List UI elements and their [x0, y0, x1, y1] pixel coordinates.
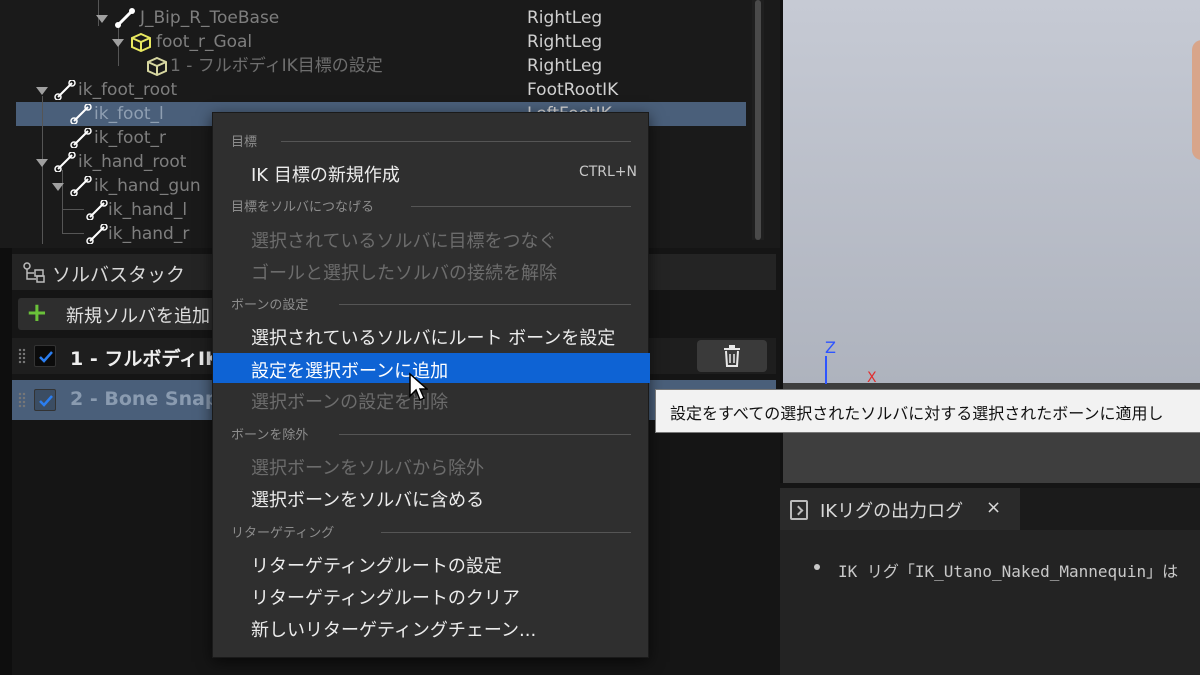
drag-grip-icon[interactable] — [18, 348, 26, 364]
context-menu: 目標 IK 目標の新規作成 CTRL+N 目標をソルバにつなげる 選択されている… — [212, 112, 650, 658]
add-solver-button[interactable]: + 新規ソルバを追加 — [18, 298, 218, 330]
solver-stack-title: ソルバスタック — [52, 264, 186, 286]
shortcut-label: CTRL+N — [578, 164, 637, 180]
output-log-body: IK リグ「IK_Utano_Naked_Mannequin」は — [780, 530, 1200, 675]
menu-item-disconnect-goal[interactable]: ゴールと選択したソルバの接続を解除 — [213, 255, 650, 285]
hierarchy-scrollbar[interactable] — [752, 0, 764, 240]
bone-icon — [54, 152, 76, 172]
menu-section-header: ボーンの設定 — [231, 294, 631, 314]
tree-item-label: 1 - フルボディIK目標の設定 — [170, 56, 383, 76]
menu-item-new-ik-goal[interactable]: IK 目標の新規作成 CTRL+N — [213, 157, 650, 187]
bone-icon — [86, 224, 108, 244]
goal-cube-icon — [131, 32, 151, 52]
expand-arrow-icon[interactable] — [52, 183, 64, 191]
output-log-tab[interactable]: IKリグの出力ログ × — [780, 488, 1020, 530]
bone-icon — [54, 80, 76, 100]
output-log-panel: IKリグの出力ログ × IK リグ「IK_Utano_Naked_Mannequ… — [780, 488, 1200, 675]
tree-item-label: ik_hand_l — [108, 200, 188, 220]
tree-item-label: J_Bip_R_ToeBase — [140, 8, 280, 28]
solver-stack-icon — [23, 262, 45, 283]
chain-label: RightLeg — [527, 32, 603, 52]
tree-item-label: ik_foot_root — [78, 80, 178, 100]
bone-icon — [70, 128, 92, 148]
menu-section-header: リターゲティング — [231, 522, 631, 542]
menu-item-clear-retarget-root[interactable]: リターゲティングルートのクリア — [213, 580, 650, 610]
tree-row[interactable]: J_Bip_R_ToeBase RightLeg — [0, 6, 740, 30]
bone-icon — [70, 176, 92, 196]
tree-item-label: ik_hand_gun — [94, 176, 201, 196]
tree-item-label: foot_r_Goal — [156, 32, 253, 52]
drag-grip-icon[interactable] — [18, 392, 26, 408]
tooltip: 設定をすべての選択されたソルバに対する選択されたボーンに適用し — [655, 389, 1200, 433]
plus-icon: + — [26, 298, 48, 328]
tooltip-text: 設定をすべての選択されたソルバに対する選択されたボーンに適用し — [670, 404, 1164, 423]
menu-section-header: ボーンを除外 — [231, 424, 631, 444]
bone-icon — [86, 200, 108, 220]
solver-enabled-checkbox[interactable] — [34, 389, 56, 411]
output-log-tab-title: IKリグの出力ログ — [820, 501, 964, 522]
expand-arrow-icon[interactable] — [96, 15, 108, 23]
bullet-icon — [814, 564, 820, 570]
close-tab-button[interactable]: × — [986, 497, 1001, 518]
log-message: IK リグ「IK_Utano_Naked_Mannequin」は — [838, 562, 1179, 581]
bone-icon — [115, 8, 135, 28]
menu-item-exclude-bone[interactable]: 選択ボーンをソルバから除外 — [213, 450, 650, 480]
scrollbar-thumb[interactable] — [755, 0, 761, 240]
menu-item-new-retarget-chain[interactable]: 新しいリターゲティングチェーン... — [213, 612, 650, 642]
terminal-icon — [790, 500, 808, 520]
menu-item-include-bone[interactable]: 選択ボーンをソルバに含める — [213, 482, 650, 512]
tree-item-label: ik_hand_root — [78, 152, 187, 172]
tree-item-label: ik_hand_r — [108, 224, 190, 244]
delete-solver-button[interactable] — [697, 340, 767, 372]
menu-item-remove-settings[interactable]: 選択ボーンの設定を削除 — [213, 384, 650, 414]
menu-section-header: 目標をソルバにつなげる — [231, 196, 631, 216]
tree-item-label: ik_foot_r — [94, 128, 167, 148]
add-solver-label: 新規ソルバを追加 — [66, 306, 210, 327]
expand-arrow-icon[interactable] — [112, 39, 124, 47]
expand-arrow-icon[interactable] — [36, 159, 48, 167]
goal-cube-icon — [147, 56, 167, 76]
chain-label: RightLeg — [527, 8, 603, 28]
solver-label: 1 - フルボディIK — [70, 348, 220, 370]
checkmark-icon — [39, 351, 53, 363]
menu-item-connect-goal[interactable]: 選択されているソルバに目標をつなぐ — [213, 223, 650, 253]
tree-row[interactable]: 1 - フルボディIK目標の設定 RightLeg — [0, 54, 740, 78]
menu-item-set-retarget-root[interactable]: リターゲティングルートの設定 — [213, 548, 650, 578]
bone-icon — [70, 104, 92, 124]
chain-label: RightLeg — [527, 56, 603, 76]
tree-row[interactable]: foot_r_Goal RightLeg — [0, 30, 740, 54]
solver-enabled-checkbox[interactable] — [34, 345, 56, 367]
menu-item-set-root-bone[interactable]: 選択されているソルバにルート ボーンを設定 — [213, 320, 650, 350]
trash-icon — [724, 345, 740, 367]
menu-item-add-settings[interactable]: 設定を選択ボーンに追加 — [213, 353, 650, 383]
menu-section-header: 目標 — [231, 131, 631, 151]
checkmark-icon — [39, 395, 53, 407]
tree-row[interactable]: ik_foot_root FootRootIK — [0, 78, 740, 102]
tree-item-label: ik_foot_l — [94, 104, 164, 124]
chain-label: FootRootIK — [527, 80, 619, 100]
expand-arrow-icon[interactable] — [36, 87, 48, 95]
mouse-cursor-icon — [409, 372, 428, 402]
